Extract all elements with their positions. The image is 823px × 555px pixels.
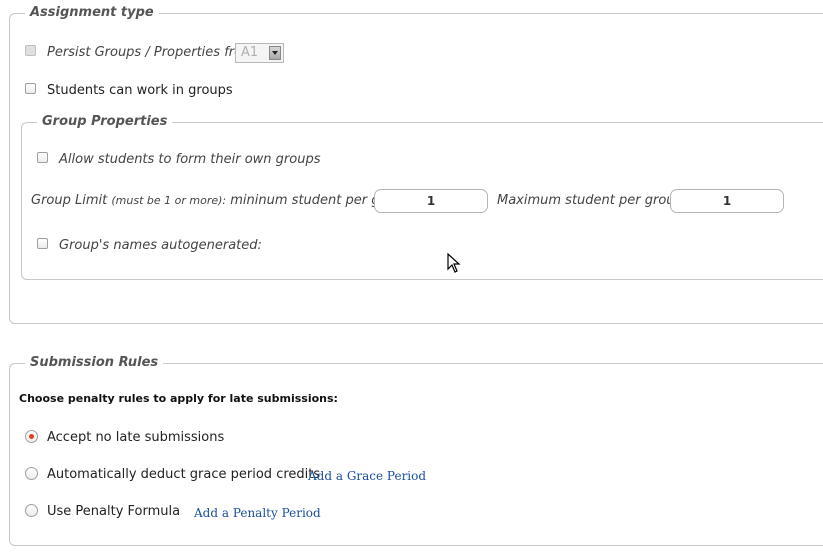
persist-groups-label: Persist Groups / Properties from: [47, 45, 255, 60]
grace-period-radio[interactable]: [25, 467, 38, 480]
min-students-input[interactable]: 1: [374, 189, 488, 213]
students-groups-checkbox[interactable]: [25, 83, 36, 94]
autogenerated-names-checkbox[interactable]: [37, 238, 48, 249]
students-groups-label: Students can work in groups: [47, 83, 233, 98]
persist-groups-checkbox[interactable]: [25, 45, 36, 56]
penalty-formula-label: Use Penalty Formula: [47, 504, 181, 519]
accept-no-late-label: Accept no late submissions: [47, 430, 225, 445]
add-grace-period-link[interactable]: Add a Grace Period: [308, 468, 426, 484]
group-limit-title: Group Limit: [31, 193, 108, 208]
allow-form-groups-label: Allow students to form their own groups: [59, 152, 321, 167]
mouse-cursor-icon: [447, 253, 461, 273]
submission-rules-legend: Submission Rules: [25, 355, 164, 371]
max-label: Maximum student per group:: [497, 193, 688, 208]
group-limit-label: Group Limit (must be 1 or more): mininum…: [31, 193, 414, 209]
group-properties-legend: Group Properties: [37, 114, 173, 130]
max-students-input[interactable]: 1: [670, 189, 784, 213]
accept-no-late-radio[interactable]: [25, 430, 38, 443]
grace-period-label: Automatically deduct grace period credit…: [47, 467, 321, 482]
persist-from-select[interactable]: A1: [235, 43, 284, 63]
penalty-instruction: Choose penalty rules to apply for late s…: [19, 392, 338, 405]
penalty-formula-radio[interactable]: [25, 504, 38, 517]
chevron-down-icon: [269, 46, 281, 60]
add-penalty-period-link[interactable]: Add a Penalty Period: [194, 505, 321, 521]
assignment-type-legend: Assignment type: [25, 5, 159, 21]
persist-from-value: A1: [241, 45, 259, 60]
allow-form-groups-checkbox[interactable]: [37, 152, 48, 163]
group-limit-note: (must be 1 or more):: [111, 194, 227, 207]
autogenerated-names-label: Group's names autogenerated:: [59, 238, 262, 253]
